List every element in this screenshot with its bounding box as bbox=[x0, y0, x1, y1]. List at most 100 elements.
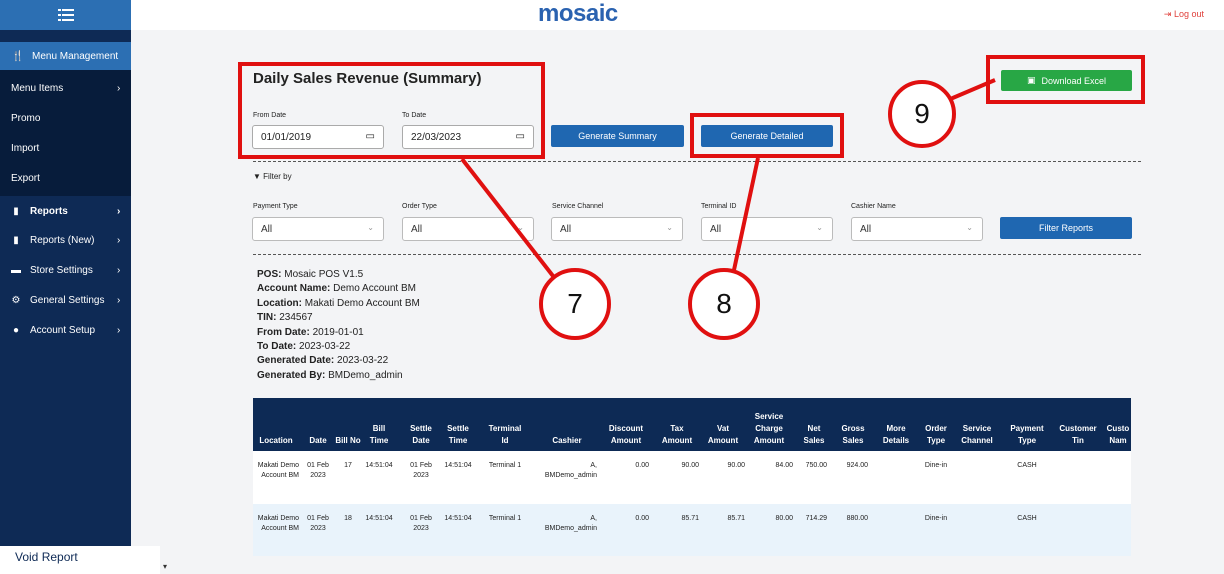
table-cell: Terminal 1 bbox=[488, 462, 522, 469]
table-cell: 14:51:04 bbox=[444, 462, 472, 469]
info-tin: TIN: 234567 bbox=[257, 312, 313, 324]
table-header: Location Date Bill No Bill Time Settle Date S… bbox=[253, 398, 1131, 451]
sidebar-item-reports[interactable]: ▮ Reports › bbox=[0, 197, 131, 225]
chevron-right-icon: › bbox=[117, 294, 121, 306]
column-header: Cashier bbox=[552, 436, 582, 445]
chevron-right-icon: › bbox=[117, 234, 121, 246]
table-row: Makati Demo Account BM 01 Feb 2023 18 14:51… bbox=[253, 504, 1131, 556]
chevron-right-icon: › bbox=[117, 324, 121, 336]
table-cell: 14:51:04 bbox=[444, 515, 472, 522]
chevron-right-icon: › bbox=[117, 205, 121, 217]
table-cell: Dine-in bbox=[924, 462, 948, 469]
filter-reports-button[interactable]: Filter Reports bbox=[1000, 217, 1132, 239]
table-cell: 17 bbox=[344, 462, 352, 469]
column-header: Vat Amount bbox=[707, 424, 739, 445]
table-cell: 750.00 bbox=[805, 462, 827, 469]
sidebar-item-import[interactable]: Import bbox=[0, 134, 131, 162]
table-cell: 01 Feb 2023 bbox=[307, 515, 329, 532]
annotation-circle-7: 7 bbox=[539, 268, 611, 340]
chevron-down-icon: ⌄ bbox=[367, 223, 374, 232]
table-cell: 924.00 bbox=[846, 462, 868, 469]
divider bbox=[253, 161, 1141, 162]
payment-type-label: Payment Type bbox=[253, 203, 298, 210]
column-header: Customer Tin bbox=[1059, 424, 1097, 445]
sidebar-item-account-setup[interactable]: ● Account Setup › bbox=[0, 316, 131, 344]
terminal-id-label: Terminal ID bbox=[701, 203, 737, 210]
table-cell: 84.00 bbox=[775, 462, 793, 469]
sidebar: 🍴 Menu Management Menu Items › Promo Imp… bbox=[0, 0, 160, 574]
info-pos: POS: Mosaic POS V1.5 bbox=[257, 269, 364, 280]
sidebar-item-general-settings[interactable]: ⚙ General Settings › bbox=[0, 286, 131, 314]
column-header: Net Sales bbox=[803, 424, 825, 445]
column-header: More Details bbox=[882, 424, 910, 445]
hamburger-icon bbox=[57, 9, 74, 21]
table-cell: 01 Feb 2023 bbox=[410, 462, 432, 479]
cashier-name-select[interactable]: All ⌄ bbox=[851, 217, 983, 241]
table-cell: 90.00 bbox=[681, 462, 699, 469]
table-cell: 01 Feb 2023 bbox=[410, 515, 432, 532]
column-header: Settle Time bbox=[447, 424, 469, 445]
sidebar-toggle[interactable] bbox=[0, 0, 131, 30]
table-row: Makati Demo Account BM 01 Feb 2023 17 14:51… bbox=[253, 451, 1131, 504]
chevron-right-icon: › bbox=[117, 264, 121, 276]
column-header: Tax Amount bbox=[661, 424, 693, 445]
chevron-down-icon: ⌄ bbox=[517, 223, 524, 232]
table-cell: Dine-in bbox=[924, 515, 948, 522]
sidebar-item-menu-management[interactable]: 🍴 Menu Management bbox=[0, 42, 131, 70]
column-header: Payment Type bbox=[1010, 424, 1044, 445]
table-cell: 85.71 bbox=[727, 515, 745, 522]
column-header: Bill Time bbox=[369, 424, 389, 445]
table-cell: Terminal 1 bbox=[488, 515, 522, 522]
logout-icon: ⇥ bbox=[1163, 9, 1174, 19]
order-type-label: Order Type bbox=[402, 203, 437, 210]
generate-summary-button[interactable]: Generate Summary bbox=[551, 125, 684, 147]
table-cell: 18 bbox=[344, 515, 352, 522]
store-icon: ▬ bbox=[11, 264, 21, 276]
table-cell: 85.71 bbox=[681, 515, 699, 522]
info-from-date: From Date: 2019-01-01 bbox=[257, 326, 364, 338]
info-to-date: To Date: 2023-03-22 bbox=[257, 341, 351, 353]
chevron-right-icon: › bbox=[117, 82, 121, 94]
table-cell: A, BMDemo_admin bbox=[544, 462, 597, 479]
table-cell: Makati Demo Account BM bbox=[257, 462, 299, 479]
terminal-id-select[interactable]: All ⌄ bbox=[701, 217, 833, 241]
payment-type-select[interactable]: All ⌄ bbox=[252, 217, 384, 241]
info-generated-by: Generated By: BMDemo_admin bbox=[257, 369, 403, 381]
table-cell: 14:51:04 bbox=[365, 515, 393, 522]
chevron-down-icon: ⌄ bbox=[816, 223, 823, 232]
table-cell: Makati Demo Account BM bbox=[257, 515, 299, 532]
table-cell: 80.00 bbox=[775, 515, 793, 522]
info-generated-date: Generated Date: 2023-03-22 bbox=[257, 355, 389, 367]
service-channel-label: Service Channel bbox=[552, 203, 604, 210]
sidebar-item-reports-new[interactable]: ▮ Reports (New) › bbox=[0, 226, 131, 254]
info-location: Location: Makati Demo Account BM bbox=[257, 297, 420, 309]
table-cell: 714.29 bbox=[805, 515, 827, 522]
table-cell: 0.00 bbox=[635, 462, 649, 469]
annotation-circle-9: 9 bbox=[888, 80, 956, 148]
order-type-select[interactable]: All ⌄ bbox=[402, 217, 534, 241]
file-icon: ▮ bbox=[13, 205, 19, 217]
top-bar: mosaic ⇥ Log out bbox=[131, 0, 1224, 30]
filter-by-label: ▼ Filter by bbox=[253, 172, 292, 181]
info-account-name: Account Name: Demo Account BM bbox=[257, 283, 416, 295]
sidebar-item-store-settings[interactable]: ▬ Store Settings › bbox=[0, 256, 131, 284]
sidebar-item-promo[interactable]: Promo bbox=[0, 104, 131, 132]
utensils-icon: 🍴 bbox=[11, 50, 25, 62]
annotation-circle-8: 8 bbox=[688, 268, 760, 340]
table-cell: CASH bbox=[1017, 462, 1037, 469]
report-info: POS: Mosaic POS V1.5 Account Name: Demo … bbox=[257, 268, 420, 383]
column-header: Gross Sales bbox=[841, 424, 865, 445]
sidebar-item-export[interactable]: Export bbox=[0, 164, 131, 192]
sidebar-item-menu-items[interactable]: Menu Items › bbox=[0, 74, 131, 102]
logo: mosaic bbox=[538, 0, 618, 27]
column-header: Date bbox=[309, 436, 327, 445]
divider bbox=[253, 254, 1141, 255]
service-channel-select[interactable]: All ⌄ bbox=[551, 217, 683, 241]
table-cell: 0.00 bbox=[635, 515, 649, 522]
cashier-name-label: Cashier Name bbox=[851, 203, 896, 210]
table-cell: 14:51:04 bbox=[365, 462, 393, 469]
logout-link[interactable]: ⇥ Log out bbox=[1164, 9, 1204, 20]
file-icon: ▮ bbox=[13, 234, 19, 246]
column-header: Service Channel bbox=[961, 424, 993, 445]
column-header: Custo Nam bbox=[1106, 424, 1130, 445]
